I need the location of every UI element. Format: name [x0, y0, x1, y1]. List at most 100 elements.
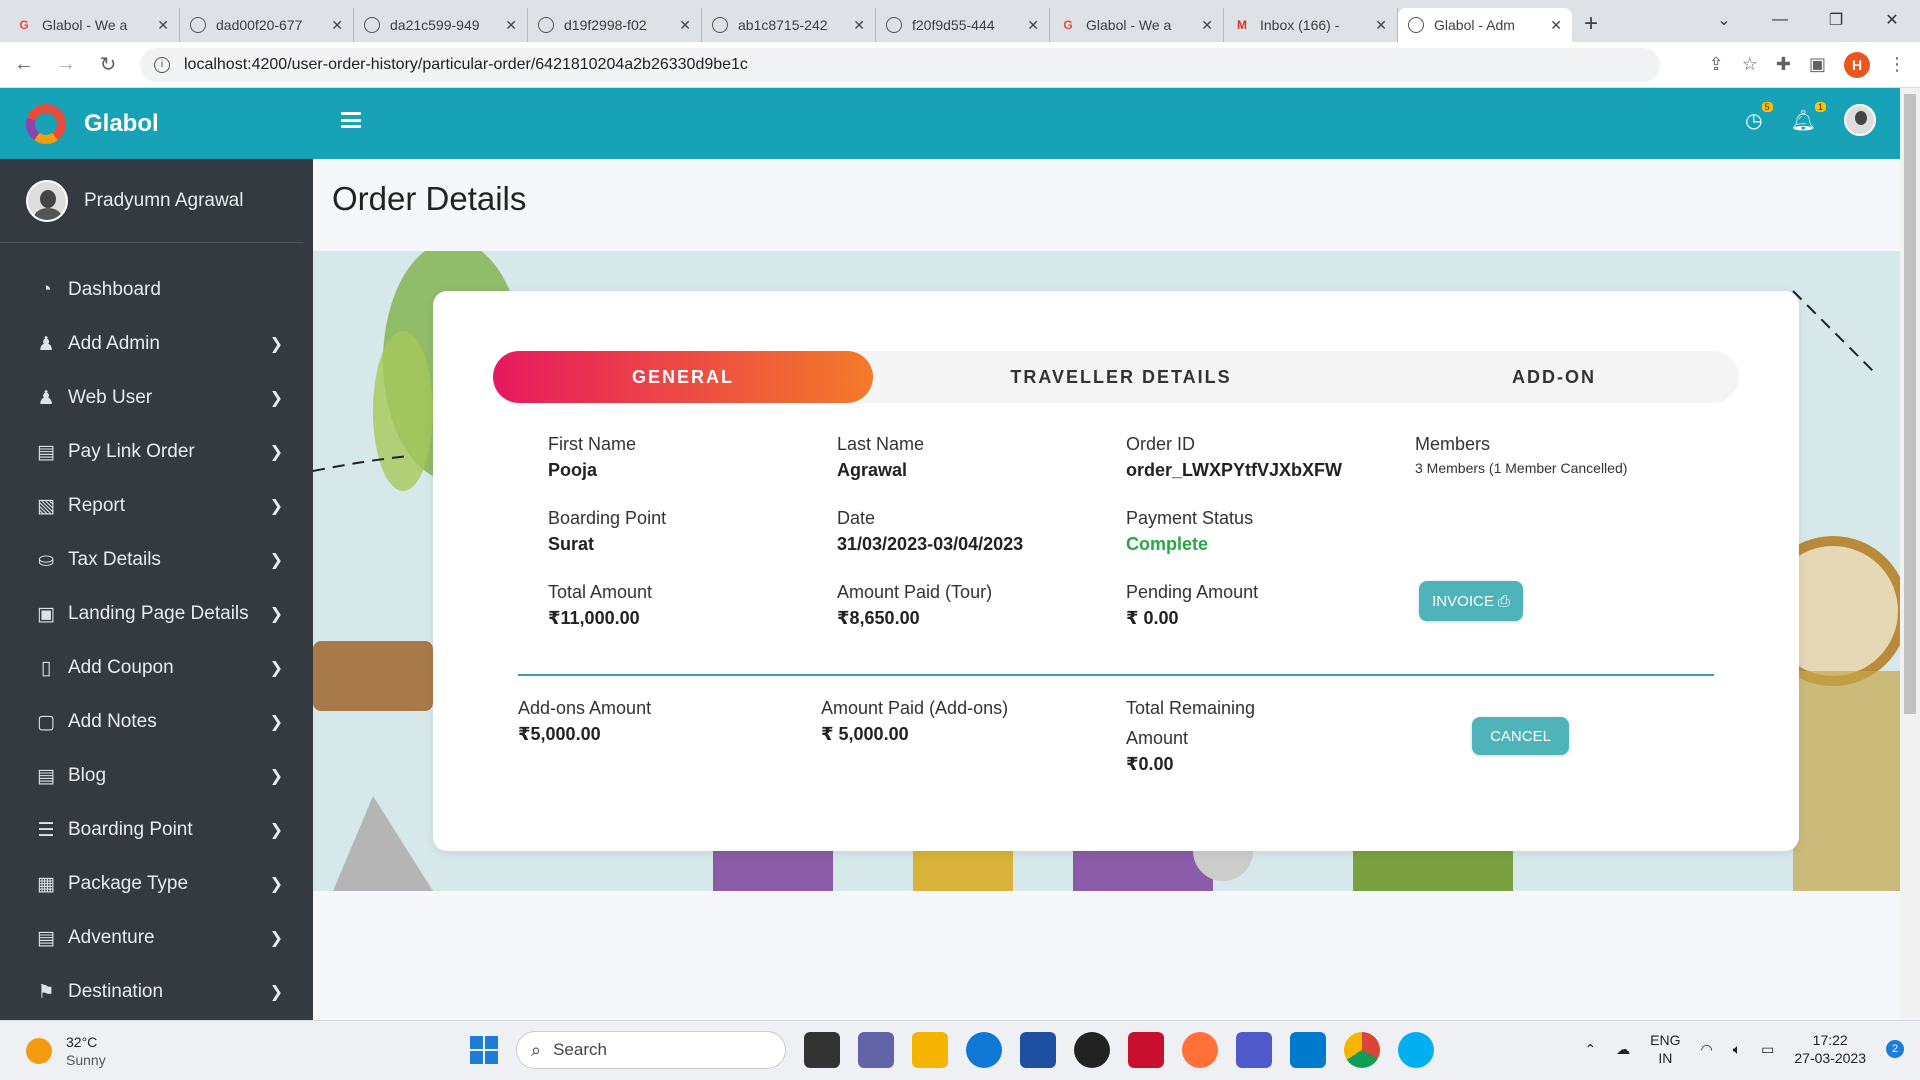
browser-tab-active[interactable]: Glabol - Adm ✕ — [1398, 8, 1572, 42]
close-icon[interactable]: ✕ — [853, 17, 865, 34]
members-field: Members 3 Members (1 Member Cancelled) — [1415, 432, 1627, 480]
sidebar-item-tax-details[interactable]: ⛀ Tax Details ❯ — [0, 533, 313, 587]
field-label: Order ID — [1126, 434, 1196, 454]
forward-icon[interactable]: → — [48, 53, 84, 76]
close-icon[interactable]: ✕ — [1027, 17, 1039, 34]
task-view-icon[interactable] — [804, 1032, 840, 1068]
bell-icon[interactable]: 🔔︎ 1 — [1791, 101, 1826, 133]
more-icon[interactable]: ⋮ — [1888, 54, 1906, 75]
browser-tab[interactable]: d19f2998-f02 ✕ — [528, 8, 702, 42]
edge-icon[interactable] — [966, 1032, 1002, 1068]
sidebar-item-add-admin[interactable]: ♟ Add Admin ❯ — [0, 317, 313, 371]
chrome-icon[interactable] — [1344, 1032, 1380, 1068]
sidebar-item-destination[interactable]: ⚑ Destination ❯ — [0, 965, 313, 1019]
skype-icon[interactable] — [1398, 1032, 1434, 1068]
file-explorer-icon[interactable] — [912, 1032, 948, 1068]
maximize-icon[interactable]: ❐ — [1808, 10, 1864, 30]
windows-start-icon[interactable] — [470, 1036, 498, 1064]
field-value: ₹8,650.00 — [837, 608, 920, 628]
share-icon[interactable]: ⇪ — [1709, 54, 1724, 75]
status-badge: Complete — [1126, 534, 1209, 554]
store-icon[interactable] — [1020, 1032, 1056, 1068]
close-icon[interactable]: ✕ — [1201, 17, 1213, 34]
sidebar-item-pay-link-order[interactable]: ▤ Pay Link Order ❯ — [0, 425, 313, 479]
wifi-icon[interactable]: ◠ — [1701, 1041, 1713, 1058]
notification-badge[interactable]: 2 — [1886, 1040, 1904, 1058]
url-input[interactable]: i localhost:4200/user-order-history/part… — [140, 47, 1660, 82]
close-window-icon[interactable]: ✕ — [1864, 10, 1920, 30]
firefox-icon[interactable] — [1182, 1032, 1218, 1068]
tab-title: da21c599-949 — [390, 17, 480, 33]
close-icon[interactable]: ✕ — [679, 17, 691, 34]
field-value: ₹ 5,000.00 — [821, 724, 909, 744]
taskbar-search[interactable]: ⌕ Search — [516, 1031, 786, 1069]
battery-icon[interactable]: ▭ — [1761, 1041, 1774, 1058]
sidebar-item-dashboard[interactable]: ◔ Dashboard — [0, 263, 313, 317]
teams-icon[interactable] — [1236, 1032, 1272, 1068]
tab-title: d19f2998-f02 — [564, 17, 647, 33]
sidebar-item-label: Add Admin — [68, 333, 160, 354]
close-icon[interactable]: ✕ — [505, 17, 517, 34]
payment-status-field: Payment Status Complete — [1126, 506, 1253, 558]
close-icon[interactable]: ✕ — [1550, 17, 1562, 34]
weather-widget[interactable]: 32°C Sunny — [26, 1033, 106, 1069]
user-avatar[interactable] — [1844, 104, 1876, 136]
close-icon[interactable]: ✕ — [157, 17, 169, 34]
profile-avatar[interactable]: H — [1844, 51, 1870, 78]
sidebar-item-report[interactable]: ▧ Report ❯ — [0, 479, 313, 533]
browser-tab[interactable]: f20f9d55-444 ✕ — [876, 8, 1050, 42]
sidebar-item-package-type[interactable]: ▦ Package Type ❯ — [0, 857, 313, 911]
sidebar-item-add-coupon[interactable]: ▯ Add Coupon ❯ — [0, 641, 313, 695]
chevron-up-icon[interactable]: ⌃ — [1584, 1041, 1596, 1058]
chevron-down-icon[interactable]: ⌄ — [1696, 10, 1752, 30]
tax-icon: ⛀ — [38, 549, 54, 571]
history-icon[interactable]: ◷ 5 — [1745, 101, 1773, 133]
cloud-icon[interactable]: ☁ — [1616, 1041, 1630, 1058]
back-icon[interactable]: ← — [6, 53, 42, 76]
info-icon[interactable]: i — [154, 56, 170, 73]
browser-tab[interactable]: M Inbox (166) - ✕ — [1224, 8, 1398, 42]
dell-icon[interactable] — [1074, 1032, 1110, 1068]
page-scrollbar[interactable] — [1900, 88, 1920, 1020]
minimize-icon[interactable]: — — [1752, 11, 1808, 29]
close-icon[interactable]: ✕ — [1375, 17, 1387, 34]
tab-title: Glabol - We a — [42, 17, 128, 33]
reload-icon[interactable]: ↻ — [90, 52, 126, 77]
vscode-icon[interactable] — [1290, 1032, 1326, 1068]
hamburger-menu-icon[interactable] — [341, 112, 361, 128]
sidebar-user[interactable]: Pradyumn Agrawal — [0, 159, 303, 243]
sidebar-item-blog[interactable]: ▤ Blog ❯ — [0, 749, 313, 803]
cancel-button[interactable]: CANCEL — [1472, 717, 1569, 755]
browser-tab[interactable]: G Glabol - We a ✕ — [6, 8, 180, 42]
clock[interactable]: 17:22 27-03-2023 — [1794, 1031, 1866, 1067]
g-icon: G — [19, 18, 29, 32]
sidebar-item-boarding-point[interactable]: ☰ Boarding Point ❯ — [0, 803, 313, 857]
tab-general[interactable]: GENERAL — [493, 351, 873, 403]
browser-tab[interactable]: dad00f20-677 ✕ — [180, 8, 354, 42]
sidebar-item-landing-page[interactable]: ▣ Landing Page Details ❯ — [0, 587, 313, 641]
sidebar-item-label: Add Notes — [68, 711, 157, 732]
close-icon[interactable]: ✕ — [331, 17, 343, 34]
extensions-icon[interactable]: ✚ — [1776, 54, 1791, 75]
language-indicator[interactable]: ENG IN — [1650, 1031, 1680, 1067]
browser-tab[interactable]: G Glabol - We a ✕ — [1050, 8, 1224, 42]
sidebar-item-add-notes[interactable]: ▢ Add Notes ❯ — [0, 695, 313, 749]
chevron-right-icon: ❯ — [269, 822, 283, 839]
sidebar-item-adventure[interactable]: ▤ Adventure ❯ — [0, 911, 313, 965]
tab-add-on[interactable]: ADD-ON — [1369, 351, 1739, 403]
mcafee-icon[interactable] — [1128, 1032, 1164, 1068]
scrollbar-thumb[interactable] — [1904, 94, 1916, 714]
browser-tab[interactable]: ab1c8715-242 ✕ — [702, 8, 876, 42]
tab-traveller-details[interactable]: TRAVELLER DETAILS — [873, 351, 1369, 403]
glabol-logo-icon — [26, 103, 66, 144]
volume-icon[interactable]: 🔈︎ — [1733, 1041, 1741, 1058]
new-tab-icon[interactable]: + — [1584, 10, 1598, 38]
sidepanel-icon[interactable]: ▣ — [1809, 54, 1826, 75]
star-icon[interactable]: ☆ — [1742, 54, 1758, 75]
invoice-button[interactable]: INVOICE ⎙ — [1419, 581, 1523, 621]
browser-tab[interactable]: da21c599-949 ✕ — [354, 8, 528, 42]
sidebar-item-web-user[interactable]: ♟ Web User ❯ — [0, 371, 313, 425]
brand[interactable]: Glabol — [0, 88, 313, 159]
teams-chat-icon[interactable] — [858, 1032, 894, 1068]
divider — [518, 674, 1714, 676]
